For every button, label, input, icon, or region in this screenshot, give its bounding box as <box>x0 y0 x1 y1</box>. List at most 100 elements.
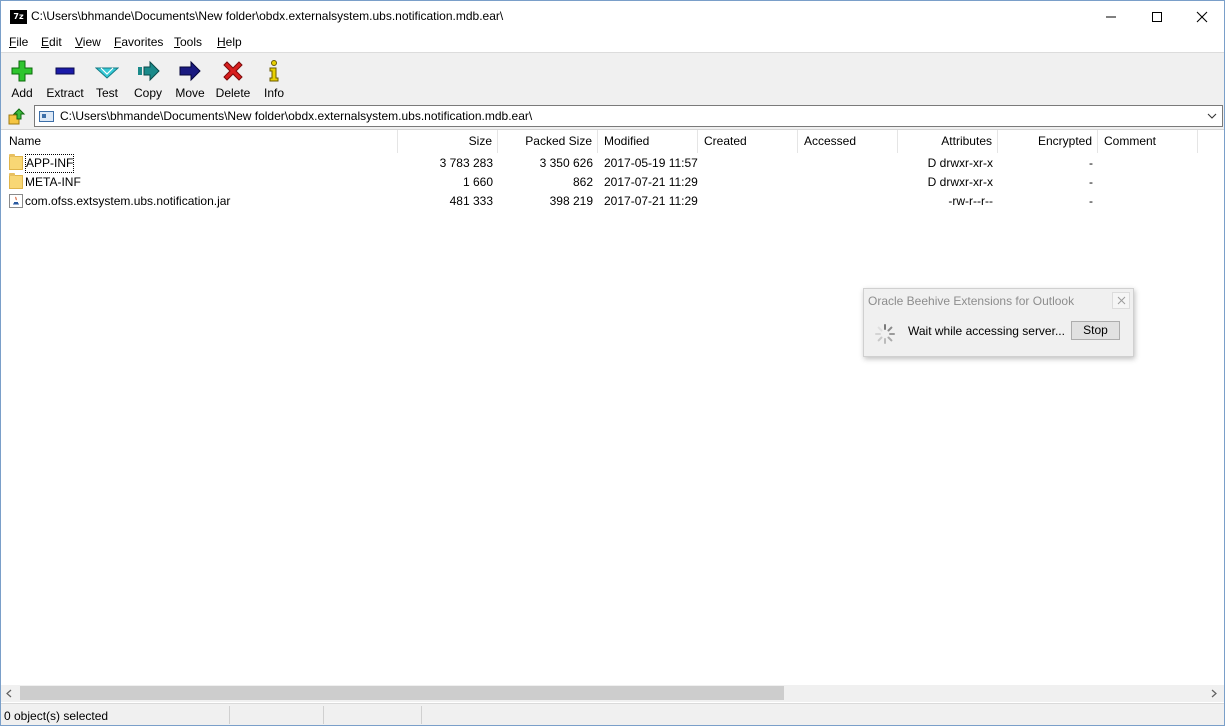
file-name: APP-INF <box>25 154 75 173</box>
file-modified: 2017-07-21 11:29 <box>604 194 698 208</box>
file-size: 1 660 <box>462 175 493 189</box>
file-name: META-INF <box>25 175 81 189</box>
menu-help[interactable]: Help <box>217 35 242 49</box>
close-icon <box>1196 11 1208 23</box>
menu-favorites[interactable]: Favorites <box>114 35 163 49</box>
app-window: 7z C:\Users\bhmande\Documents\New folder… <box>0 0 1225 726</box>
file-comment <box>1098 173 1198 192</box>
jar-file-icon <box>9 194 23 208</box>
column-header-created[interactable]: Created <box>698 130 798 153</box>
file-name-cell: META-INF <box>1 173 397 192</box>
test-button[interactable]: Test <box>87 57 127 101</box>
horizontal-scrollbar[interactable] <box>1 685 1224 702</box>
minimize-button[interactable] <box>1088 1 1134 32</box>
file-name-cell: com.ofss.extsystem.ubs.notification.jar <box>1 192 397 211</box>
column-header-packed-size[interactable]: Packed Size <box>498 130 598 153</box>
file-packed-size: 3 350 626 <box>539 156 593 170</box>
minimize-icon <box>1106 16 1116 18</box>
file-encrypted: - <box>1089 194 1093 208</box>
scroll-right-icon[interactable] <box>1209 689 1218 698</box>
menu-view[interactable]: View <box>75 35 101 49</box>
title-bar[interactable]: 7z C:\Users\bhmande\Documents\New folder… <box>1 1 1224 32</box>
move-arrow-icon <box>179 60 201 82</box>
selection-status: 0 object(s) selected <box>4 709 109 723</box>
address-path: C:\Users\bhmande\Documents\New folder\ob… <box>60 109 533 123</box>
scrollbar-thumb[interactable] <box>20 686 784 700</box>
column-header-name[interactable]: Name <box>1 130 398 153</box>
file-comment <box>1098 154 1198 173</box>
close-button[interactable] <box>1179 1 1224 32</box>
column-header-accessed[interactable]: Accessed <box>798 130 898 153</box>
popup-title: Oracle Beehive Extensions for Outlook <box>868 294 1075 308</box>
column-header-size[interactable]: Size <box>398 130 498 153</box>
file-modified: 2017-05-19 11:57 <box>604 156 698 170</box>
file-size: 481 333 <box>449 194 493 208</box>
popup-message: Wait while accessing server... <box>908 324 1065 338</box>
file-accessed <box>798 154 898 173</box>
status-divider <box>421 706 422 724</box>
address-bar: C:\Users\bhmande\Documents\New folder\ob… <box>1 102 1224 130</box>
file-encrypted: - <box>1089 156 1093 170</box>
file-attributes: -rw-r--r-- <box>948 194 993 208</box>
table-row[interactable]: META-INF 1 660 862 2017-07-21 11:29 D dr… <box>1 173 1224 192</box>
column-header-encrypted[interactable]: Encrypted <box>998 130 1098 153</box>
move-button[interactable]: Move <box>170 57 210 101</box>
move-label: Move <box>175 86 205 100</box>
file-encrypted: - <box>1089 175 1093 189</box>
toolbar: Add Extract Test Copy Move Delete Info <box>1 52 1224 103</box>
folder-icon <box>9 173 23 189</box>
checkmark-icon <box>95 67 119 79</box>
table-row[interactable]: APP-INF 3 783 283 3 350 626 2017-05-19 1… <box>1 154 1224 173</box>
menu-bar: File Edit View Favorites Tools Help <box>1 32 1224 52</box>
up-folder-button[interactable] <box>6 106 26 126</box>
scroll-left-icon[interactable] <box>5 689 14 698</box>
chevron-down-icon[interactable] <box>1205 109 1219 123</box>
column-header-modified[interactable]: Modified <box>598 130 698 153</box>
maximize-icon <box>1152 12 1162 22</box>
file-list: Name Size Packed Size Modified Created A… <box>1 130 1224 685</box>
delete-label: Delete <box>215 86 251 100</box>
file-name: com.ofss.extsystem.ubs.notification.jar <box>25 194 231 208</box>
file-attributes: D drwxr-xr-x <box>927 175 993 189</box>
file-name-cell: APP-INF <box>1 154 397 173</box>
file-packed-size: 398 219 <box>549 194 593 208</box>
outlook-extension-popup: Oracle Beehive Extensions for Outlook Wa… <box>863 288 1134 357</box>
delete-x-icon <box>223 61 243 81</box>
column-header-comment[interactable]: Comment <box>1098 130 1198 153</box>
copy-arrow-icon <box>138 60 160 82</box>
menu-file[interactable]: File <box>9 35 28 49</box>
file-created <box>698 154 798 173</box>
file-created <box>698 192 798 211</box>
address-input[interactable]: C:\Users\bhmande\Documents\New folder\ob… <box>34 105 1223 127</box>
extract-button[interactable]: Extract <box>45 57 85 101</box>
file-comment <box>1098 192 1198 211</box>
info-button[interactable]: Info <box>254 57 294 101</box>
7zip-app-icon: 7z <box>10 10 27 24</box>
delete-button[interactable]: Delete <box>213 57 253 101</box>
copy-button[interactable]: Copy <box>128 57 168 101</box>
folder-icon <box>9 154 23 170</box>
info-icon <box>269 60 279 82</box>
info-label: Info <box>263 86 284 100</box>
extract-label: Extract <box>46 86 84 100</box>
status-divider <box>323 706 324 724</box>
column-header-attributes[interactable]: Attributes <box>898 130 998 153</box>
file-size: 3 783 283 <box>439 156 493 170</box>
file-modified: 2017-07-21 11:29 <box>604 175 698 189</box>
menu-tools[interactable]: Tools <box>174 35 202 49</box>
window-title: C:\Users\bhmande\Documents\New folder\ob… <box>31 9 504 23</box>
file-created <box>698 173 798 192</box>
add-label: Add <box>11 86 33 100</box>
stop-button[interactable]: Stop <box>1071 321 1120 340</box>
table-row[interactable]: com.ofss.extsystem.ubs.notification.jar … <box>1 192 1224 211</box>
maximize-button[interactable] <box>1134 1 1180 32</box>
copy-label: Copy <box>133 86 162 100</box>
file-accessed <box>798 192 898 211</box>
add-button[interactable]: Add <box>2 57 42 101</box>
status-divider <box>229 706 230 724</box>
close-icon <box>1117 296 1126 305</box>
menu-edit[interactable]: Edit <box>41 35 62 49</box>
test-label: Test <box>95 86 118 100</box>
file-packed-size: 862 <box>572 175 593 189</box>
popup-close-button[interactable] <box>1112 292 1130 309</box>
